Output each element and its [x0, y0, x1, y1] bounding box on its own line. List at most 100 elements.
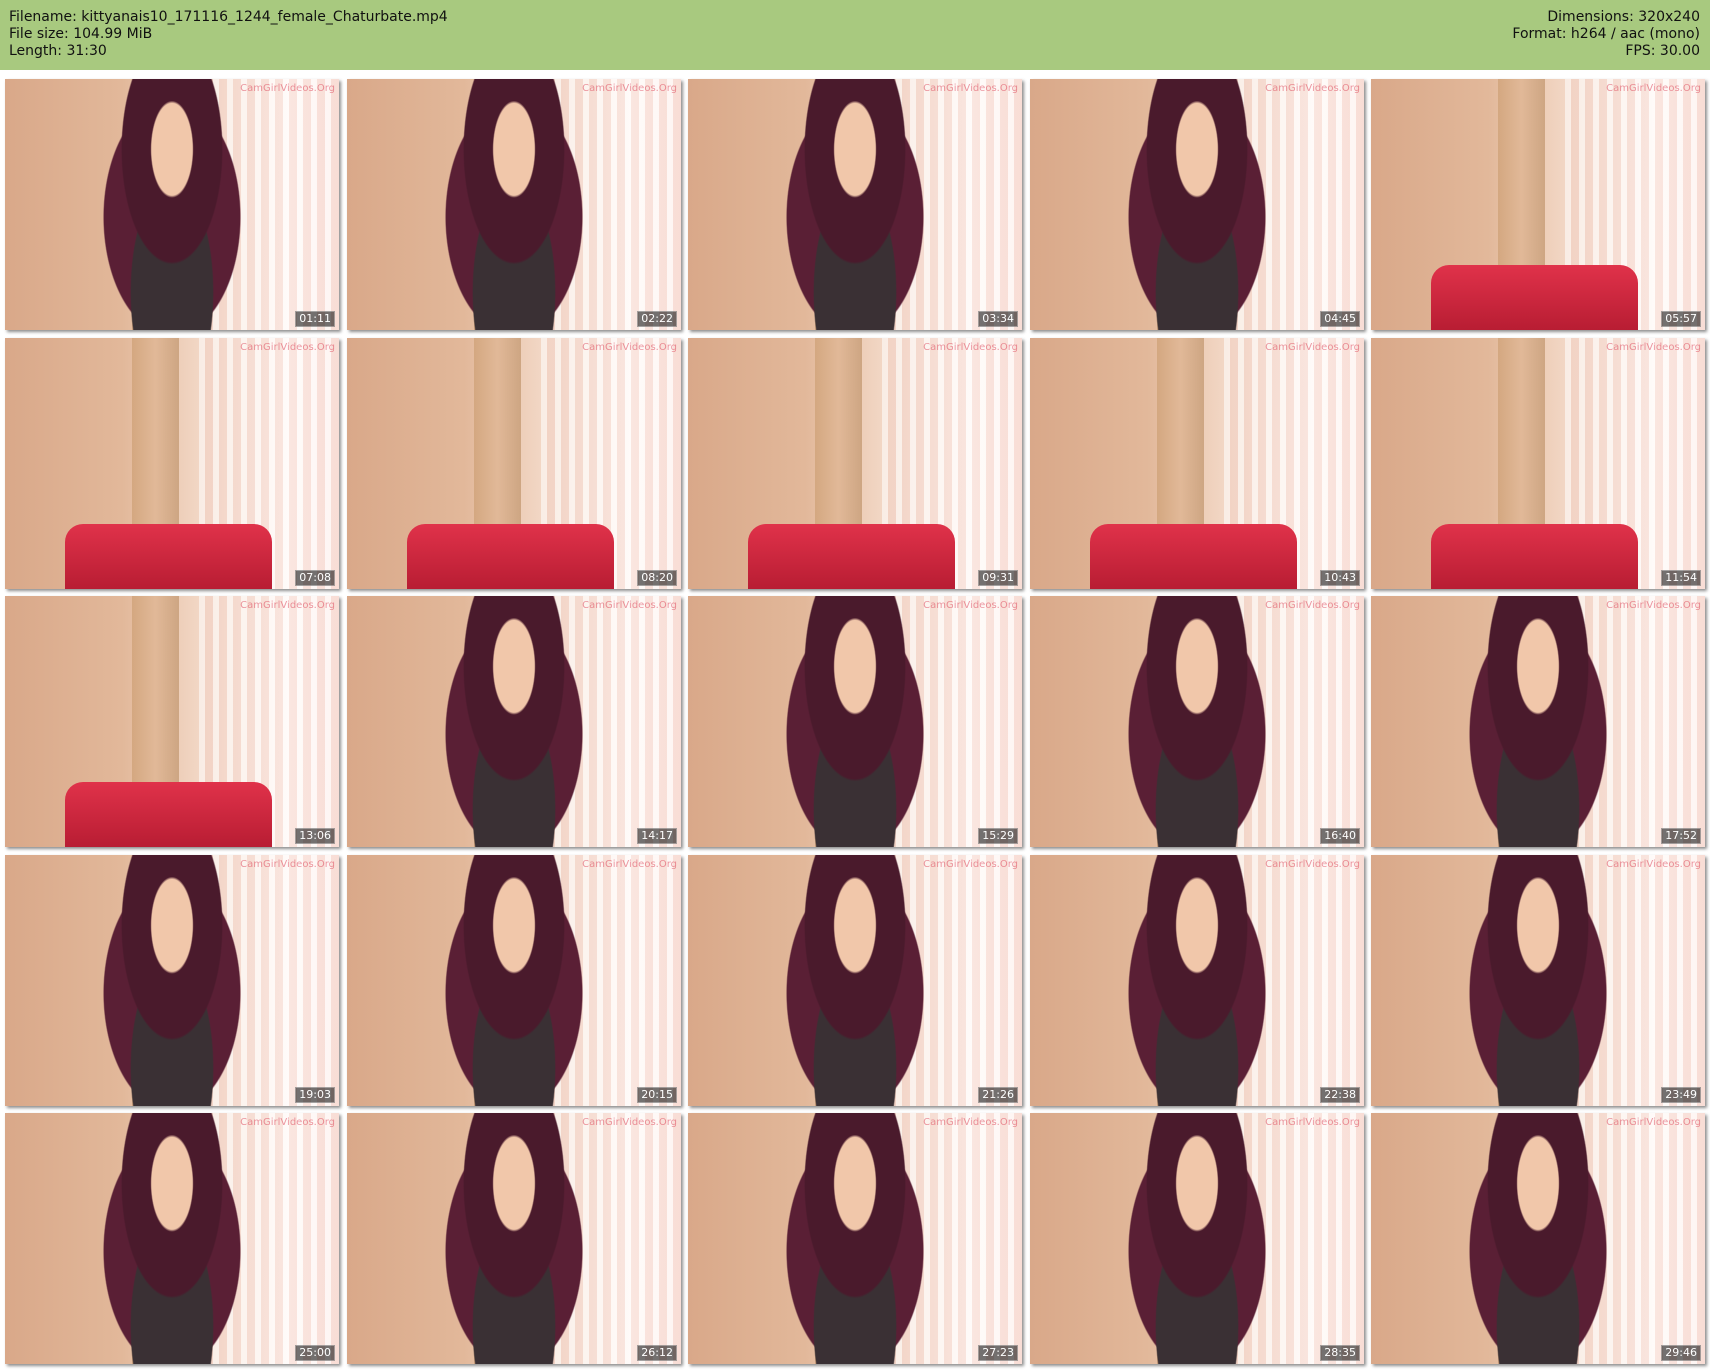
- timestamp-label: 05:57: [1661, 311, 1701, 327]
- video-thumbnail[interactable]: CamGirlVideos.Org 23:49: [1371, 855, 1705, 1106]
- thumbnail-image: [1116, 1113, 1278, 1364]
- timestamp-label: 02:22: [637, 311, 677, 327]
- timestamp-label: 04:45: [1320, 311, 1360, 327]
- timestamp-label: 14:17: [637, 828, 677, 844]
- format-label: Format: h264 / aac (mono): [1512, 26, 1700, 42]
- video-thumbnail[interactable]: CamGirlVideos.Org 11:54: [1371, 338, 1705, 589]
- thumbnail-image: [91, 1113, 253, 1364]
- timestamp-label: 27:23: [978, 1345, 1018, 1361]
- watermark: CamGirlVideos.Org: [923, 600, 1018, 611]
- video-thumbnail[interactable]: CamGirlVideos.Org 15:29: [688, 596, 1022, 847]
- video-thumbnail[interactable]: CamGirlVideos.Org 27:23: [688, 1113, 1022, 1364]
- video-thumbnail[interactable]: CamGirlVideos.Org 25:00: [5, 1113, 339, 1364]
- video-thumbnail[interactable]: CamGirlVideos.Org 01:11: [5, 79, 339, 330]
- video-thumbnail[interactable]: CamGirlVideos.Org 03:34: [688, 79, 1022, 330]
- file-info: Filename: kittyanais10_171116_1244_femal…: [9, 9, 448, 60]
- thumbnail-image: [407, 523, 615, 589]
- video-thumbnail[interactable]: CamGirlVideos.Org 21:26: [688, 855, 1022, 1106]
- thumbnail-image: [433, 596, 595, 847]
- watermark: CamGirlVideos.Org: [240, 859, 335, 870]
- video-thumbnail[interactable]: CamGirlVideos.Org 05:57: [1371, 79, 1705, 330]
- thumbnail-image: [774, 596, 936, 847]
- timestamp-label: 22:38: [1320, 1087, 1360, 1103]
- watermark: CamGirlVideos.Org: [240, 1117, 335, 1128]
- thumbnail-grid: CamGirlVideos.Org 01:11 CamGirlVideos.Org 0…: [5, 79, 1705, 1364]
- timestamp-label: 19:03: [295, 1087, 335, 1103]
- thumbnail-image: [1457, 596, 1619, 847]
- video-thumbnail[interactable]: CamGirlVideos.Org 14:17: [347, 596, 681, 847]
- video-thumbnail[interactable]: CamGirlVideos.Org 29:46: [1371, 1113, 1705, 1364]
- timestamp-label: 29:46: [1661, 1345, 1701, 1361]
- thumbnail-image: [1457, 1113, 1619, 1364]
- thumbnail-image: [774, 1113, 936, 1364]
- video-thumbnail[interactable]: CamGirlVideos.Org 07:08: [5, 338, 339, 589]
- timestamp-label: 11:54: [1661, 570, 1701, 586]
- thumbnail-image: [433, 1113, 595, 1364]
- thumbnail-image: [1116, 596, 1278, 847]
- watermark: CamGirlVideos.Org: [582, 600, 677, 611]
- length-label: Length: 31:30: [9, 43, 107, 59]
- timestamp-label: 20:15: [637, 1087, 677, 1103]
- timestamp-label: 15:29: [978, 828, 1018, 844]
- watermark: CamGirlVideos.Org: [240, 342, 335, 353]
- timestamp-label: 28:35: [1320, 1345, 1360, 1361]
- thumbnail-image: [91, 855, 253, 1106]
- watermark: CamGirlVideos.Org: [1265, 600, 1360, 611]
- video-thumbnail[interactable]: CamGirlVideos.Org 20:15: [347, 855, 681, 1106]
- timestamp-label: 23:49: [1661, 1087, 1701, 1103]
- watermark: CamGirlVideos.Org: [923, 1117, 1018, 1128]
- video-thumbnail[interactable]: CamGirlVideos.Org 28:35: [1030, 1113, 1364, 1364]
- video-thumbnail[interactable]: CamGirlVideos.Org 16:40: [1030, 596, 1364, 847]
- fps-label: FPS: 30.00: [1625, 43, 1700, 59]
- watermark: CamGirlVideos.Org: [923, 83, 1018, 94]
- video-thumbnail[interactable]: CamGirlVideos.Org 02:22: [347, 79, 681, 330]
- timestamp-label: 08:20: [637, 570, 677, 586]
- watermark: CamGirlVideos.Org: [582, 342, 677, 353]
- watermark: CamGirlVideos.Org: [582, 859, 677, 870]
- timestamp-label: 21:26: [978, 1087, 1018, 1103]
- thumbnail-image: [748, 523, 956, 589]
- watermark: CamGirlVideos.Org: [1606, 83, 1701, 94]
- thumbnail-image: [433, 855, 595, 1106]
- watermark: CamGirlVideos.Org: [582, 83, 677, 94]
- timestamp-label: 25:00: [295, 1345, 335, 1361]
- watermark: CamGirlVideos.Org: [1606, 1117, 1701, 1128]
- watermark: CamGirlVideos.Org: [1265, 83, 1360, 94]
- watermark: CamGirlVideos.Org: [1606, 600, 1701, 611]
- video-thumbnail[interactable]: CamGirlVideos.Org 22:38: [1030, 855, 1364, 1106]
- info-header: Filename: kittyanais10_171116_1244_femal…: [0, 0, 1710, 70]
- timestamp-label: 26:12: [637, 1345, 677, 1361]
- timestamp-label: 03:34: [978, 311, 1018, 327]
- timestamp-label: 09:31: [978, 570, 1018, 586]
- watermark: CamGirlVideos.Org: [1606, 859, 1701, 870]
- video-thumbnail[interactable]: CamGirlVideos.Org 08:20: [347, 338, 681, 589]
- watermark: CamGirlVideos.Org: [923, 859, 1018, 870]
- timestamp-label: 07:08: [295, 570, 335, 586]
- thumbnail-image: [91, 79, 253, 330]
- watermark: CamGirlVideos.Org: [923, 342, 1018, 353]
- filesize-label: File size: 104.99 MiB: [9, 26, 153, 42]
- thumbnail-image: [1457, 855, 1619, 1106]
- video-thumbnail[interactable]: CamGirlVideos.Org 17:52: [1371, 596, 1705, 847]
- video-thumbnail[interactable]: CamGirlVideos.Org 09:31: [688, 338, 1022, 589]
- watermark: CamGirlVideos.Org: [1265, 859, 1360, 870]
- thumbnail-image: [65, 781, 273, 847]
- video-thumbnail[interactable]: CamGirlVideos.Org 26:12: [347, 1113, 681, 1364]
- video-thumbnail[interactable]: CamGirlVideos.Org 04:45: [1030, 79, 1364, 330]
- watermark: CamGirlVideos.Org: [582, 1117, 677, 1128]
- video-thumbnail[interactable]: CamGirlVideos.Org 10:43: [1030, 338, 1364, 589]
- timestamp-label: 10:43: [1320, 570, 1360, 586]
- filename-label: Filename: kittyanais10_171116_1244_femal…: [9, 9, 448, 25]
- thumbnail-image: [1431, 264, 1639, 330]
- thumbnail-image: [1431, 523, 1639, 589]
- video-thumbnail[interactable]: CamGirlVideos.Org 13:06: [5, 596, 339, 847]
- thumbnail-image: [1116, 79, 1278, 330]
- thumbnail-image: [65, 523, 273, 589]
- video-thumbnail[interactable]: CamGirlVideos.Org 19:03: [5, 855, 339, 1106]
- thumbnail-image: [774, 855, 936, 1106]
- thumbnail-image: [774, 79, 936, 330]
- watermark: CamGirlVideos.Org: [1265, 342, 1360, 353]
- timestamp-label: 01:11: [295, 311, 335, 327]
- thumbnail-image: [1116, 855, 1278, 1106]
- thumbnail-image: [433, 79, 595, 330]
